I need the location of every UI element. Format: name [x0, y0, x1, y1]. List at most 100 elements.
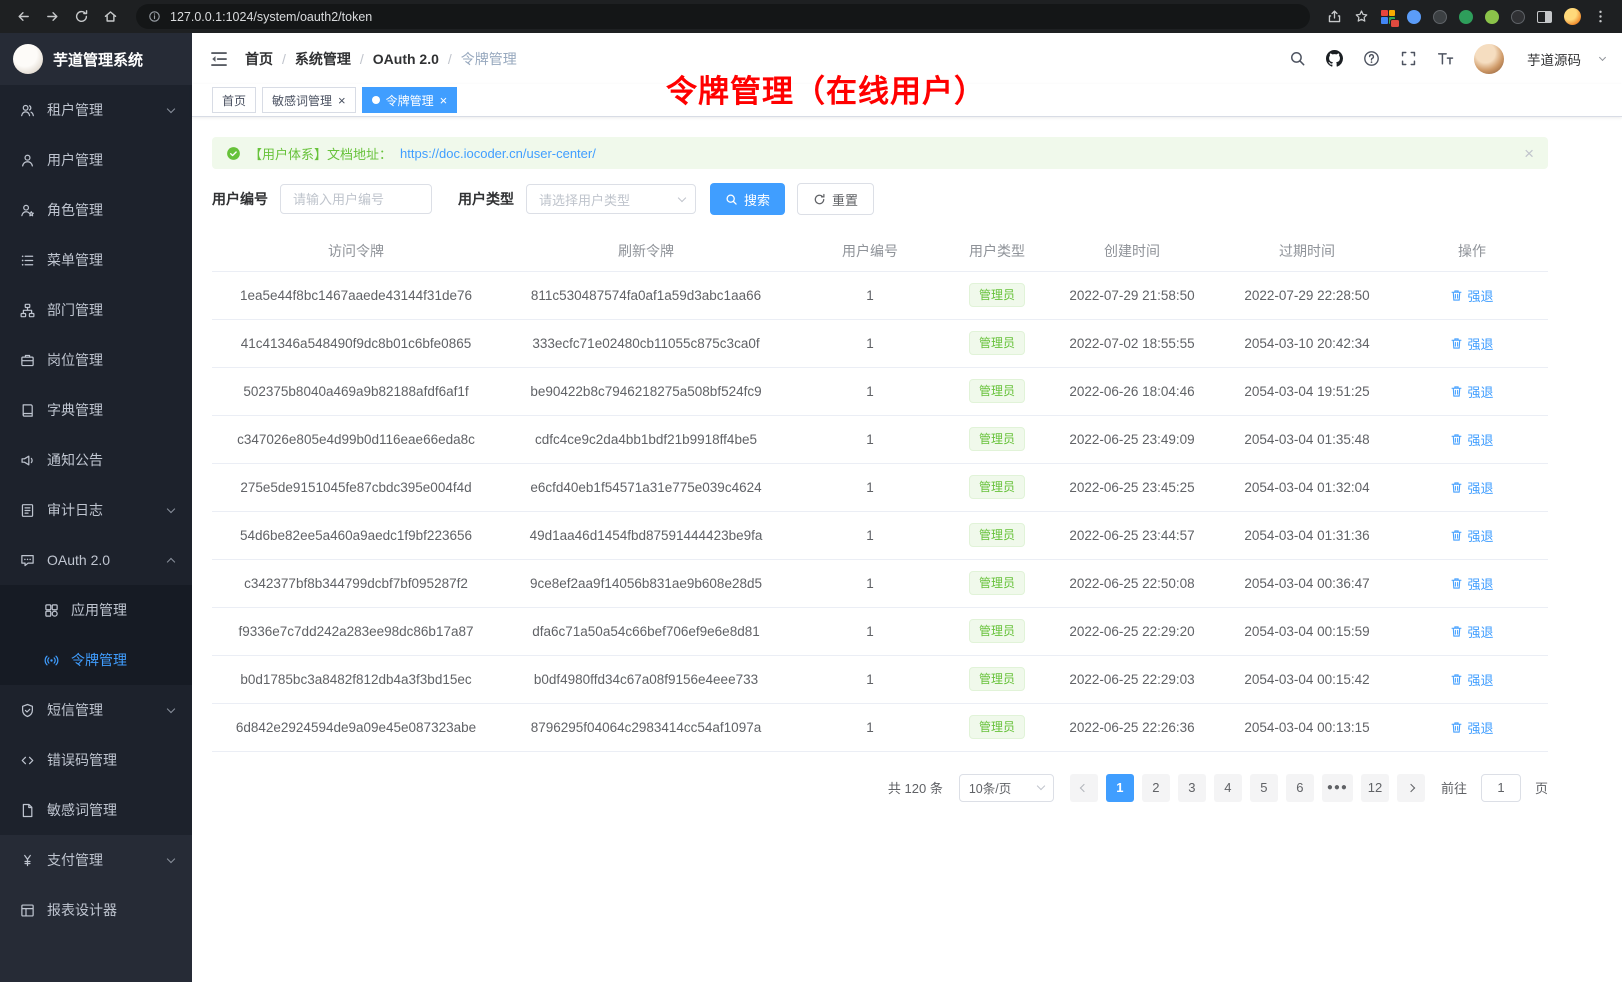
app-logo[interactable]: 芋道管理系统	[0, 33, 192, 85]
tab-home[interactable]: 首页	[212, 87, 256, 113]
github-icon[interactable]	[1324, 49, 1344, 69]
alert-doc-link[interactable]: https://doc.iocoder.cn/user-center/	[400, 146, 596, 161]
force-logout-button[interactable]: 强退	[1450, 478, 1493, 497]
sidebar-item-report-designer[interactable]: 报表设计器	[0, 885, 192, 935]
cell-access-token: 6d842e2924594de9a09e45e087323abe	[212, 703, 500, 751]
sidebar-item-label: 字典管理	[47, 400, 174, 420]
forward-button[interactable]	[39, 4, 65, 30]
cell-actions: 强退	[1396, 415, 1548, 463]
next-page-button[interactable]	[1397, 774, 1425, 802]
search-button[interactable]: 搜索	[710, 183, 785, 215]
org-tree-icon	[20, 303, 35, 318]
user-avatar[interactable]	[1474, 44, 1504, 74]
side-panel-icon[interactable]	[1537, 11, 1552, 23]
sidebar-item-payment[interactable]: 支付管理	[0, 835, 192, 885]
force-logout-button[interactable]: 强退	[1450, 286, 1493, 305]
sidebar-item-error-code[interactable]: 错误码管理	[0, 735, 192, 785]
sidebar-item-sms[interactable]: 短信管理	[0, 685, 192, 735]
search-icon[interactable]	[1287, 49, 1307, 69]
breadcrumb-oauth[interactable]: OAuth 2.0	[373, 51, 439, 67]
sidebar-item-user[interactable]: 用户管理	[0, 135, 192, 185]
force-logout-button[interactable]: 强退	[1450, 622, 1493, 641]
user-type-badge: 管理员	[969, 331, 1025, 355]
reset-button[interactable]: 重置	[797, 183, 874, 215]
help-icon[interactable]	[1361, 49, 1381, 69]
cell-access-token: 41c41346a548490f9dc8b01c6bfe0865	[212, 319, 500, 367]
page-button-1[interactable]: 1	[1106, 774, 1134, 802]
tab-sensitive-words[interactable]: 敏感词管理 ×	[262, 87, 356, 113]
bookmark-star-icon[interactable]	[1354, 9, 1369, 24]
doc-alert: 【用户体系】文档地址： https://doc.iocoder.cn/user-…	[212, 137, 1548, 169]
cell-user-id: 1	[792, 559, 948, 607]
tab-token[interactable]: 令牌管理 ×	[362, 87, 458, 113]
extension-icon-blue[interactable]	[1407, 10, 1421, 24]
home-button[interactable]	[97, 4, 123, 30]
sidebar-item-oauth-app[interactable]: 应用管理	[0, 585, 192, 635]
force-logout-button[interactable]: 强退	[1450, 526, 1493, 545]
close-icon[interactable]: ×	[1524, 145, 1534, 162]
site-info-icon[interactable]	[148, 10, 161, 23]
browser-menu-icon[interactable]	[1593, 9, 1608, 24]
extension-badge	[1390, 19, 1400, 28]
breadcrumb-home[interactable]: 首页	[245, 49, 273, 69]
breadcrumb-separator: /	[448, 51, 452, 67]
sidebar-item-dept[interactable]: 部门管理	[0, 285, 192, 335]
close-icon[interactable]: ×	[338, 94, 346, 107]
force-logout-button[interactable]: 强退	[1450, 670, 1493, 689]
sidebar-item-sensitive-words[interactable]: 敏感词管理	[0, 785, 192, 835]
sidebar-collapse-icon[interactable]	[209, 49, 229, 69]
sidebar-item-audit-log[interactable]: 审计日志	[0, 485, 192, 535]
share-icon[interactable]	[1327, 9, 1342, 24]
force-logout-button[interactable]: 强退	[1450, 334, 1493, 353]
page-button-12[interactable]: 12	[1361, 774, 1389, 802]
prev-page-button[interactable]	[1070, 774, 1098, 802]
sidebar-item-dict[interactable]: 字典管理	[0, 385, 192, 435]
more-pages-button[interactable]: ●●●	[1322, 774, 1353, 802]
goto-page-input[interactable]	[1481, 774, 1521, 802]
top-navbar: 首页 / 系统管理 / OAuth 2.0 / 令牌管理 芋道源码	[192, 33, 1622, 84]
cell-refresh-token: 333ecfc71e02480cb11055c875c3ca0f	[500, 319, 792, 367]
extension-icon-colored[interactable]	[1381, 10, 1395, 24]
force-logout-button[interactable]: 强退	[1450, 718, 1493, 737]
sidebar-item-menu[interactable]: 菜单管理	[0, 235, 192, 285]
user-id-input[interactable]	[280, 184, 432, 214]
col-access-token: 访问令牌	[212, 231, 500, 271]
address-bar[interactable]: 127.0.0.1:1024/system/oauth2/token	[136, 4, 1310, 29]
browser-profile-avatar[interactable]	[1564, 8, 1581, 25]
sidebar-item-tenant[interactable]: 租户管理	[0, 85, 192, 135]
menu-list-icon	[20, 253, 35, 268]
breadcrumb-separator: /	[282, 51, 286, 67]
page-button-4[interactable]: 4	[1214, 774, 1242, 802]
user-type-select[interactable]: 请选择用户类型	[526, 184, 696, 214]
page-button-5[interactable]: 5	[1250, 774, 1278, 802]
sidebar-item-notice[interactable]: 通知公告	[0, 435, 192, 485]
extension-icon-dark2[interactable]	[1511, 10, 1525, 24]
sidebar-item-oauth-token[interactable]: 令牌管理	[0, 635, 192, 685]
page-button-2[interactable]: 2	[1142, 774, 1170, 802]
briefcase-icon	[20, 353, 35, 368]
close-icon[interactable]: ×	[440, 94, 448, 107]
page-size-select[interactable]: 10条/页	[959, 774, 1054, 802]
force-logout-button[interactable]: 强退	[1450, 382, 1493, 401]
page-button-6[interactable]: 6	[1286, 774, 1314, 802]
cell-user-type: 管理员	[948, 559, 1046, 607]
force-logout-button[interactable]: 强退	[1450, 430, 1493, 449]
user-name[interactable]: 芋道源码	[1527, 49, 1581, 69]
sidebar-item-oauth[interactable]: OAuth 2.0	[0, 535, 192, 585]
reload-button[interactable]	[68, 4, 94, 30]
extension-icon-green[interactable]	[1459, 10, 1473, 24]
sidebar-item-post[interactable]: 岗位管理	[0, 335, 192, 385]
page-button-3[interactable]: 3	[1178, 774, 1206, 802]
sidebar-item-label: 租户管理	[47, 100, 156, 120]
cell-expire-time: 2054-03-04 01:31:36	[1218, 511, 1396, 559]
cell-user-type: 管理员	[948, 655, 1046, 703]
document-icon	[20, 803, 35, 818]
force-logout-button[interactable]: 强退	[1450, 574, 1493, 593]
font-size-icon[interactable]	[1435, 49, 1455, 69]
extension-puzzle-icon[interactable]	[1485, 10, 1499, 24]
back-button[interactable]	[10, 4, 36, 30]
extension-icon-dark[interactable]	[1433, 10, 1447, 24]
fullscreen-icon[interactable]	[1398, 49, 1418, 69]
sidebar-item-role[interactable]: 角色管理	[0, 185, 192, 235]
breadcrumb-system[interactable]: 系统管理	[295, 49, 351, 69]
